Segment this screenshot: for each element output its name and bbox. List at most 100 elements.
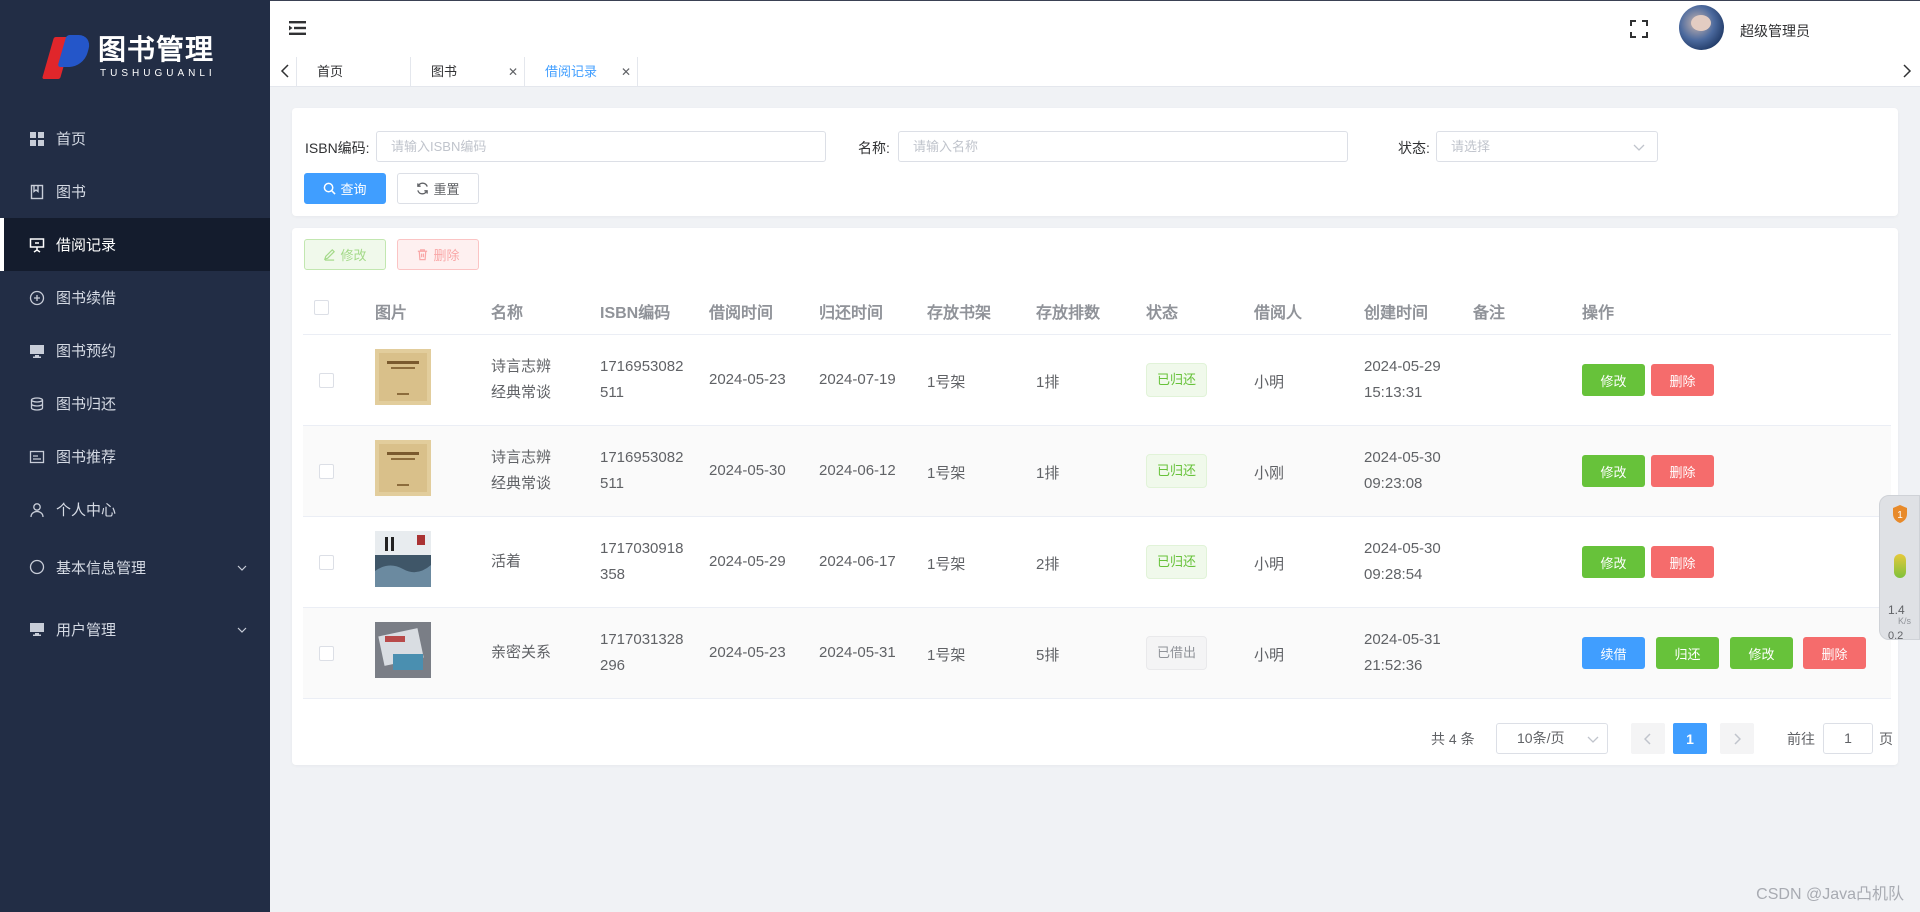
created-date: 2024-05-29 — [1364, 358, 1441, 375]
column-header: 创建时间 — [1364, 305, 1429, 322]
sidebar-item-borrow-records[interactable]: 借阅记录 — [0, 218, 270, 271]
renew-button[interactable]: 续借 — [1582, 637, 1645, 669]
page-size-select[interactable]: 10条/页 — [1496, 723, 1608, 754]
shelf: 1号架 — [927, 374, 966, 391]
tabs-scroll-right-icon[interactable] — [1902, 63, 1916, 81]
table-panel: 修改 删除 图片 名称 ISBN编码 借阅时间 归还时间 存放书架 存放排数 状… — [292, 228, 1898, 765]
edit-button[interactable]: 修改 — [1730, 637, 1793, 669]
avatar[interactable] — [1679, 5, 1724, 50]
tab-books[interactable]: 图书 ✕ — [410, 57, 525, 87]
row-checkbox[interactable] — [319, 373, 334, 388]
network-speed-widget[interactable]: 1 1.4 K/s 0.2 — [1879, 495, 1920, 642]
batch-edit-button[interactable]: 修改 — [304, 239, 386, 270]
watermark: CSDN @Java凸机队 — [1756, 886, 1904, 903]
return-date: 2024-06-12 — [819, 462, 896, 479]
status-badge: 已归还 — [1146, 363, 1208, 397]
edit-button[interactable]: 修改 — [1582, 364, 1645, 396]
sidebar-item-renew[interactable]: 图书续借 — [0, 271, 270, 324]
close-icon[interactable]: ✕ — [621, 57, 631, 87]
prev-page-button[interactable] — [1631, 723, 1665, 754]
column-header: 借阅人 — [1254, 305, 1303, 322]
batch-edit-label: 修改 — [340, 248, 367, 263]
select-all-checkbox[interactable] — [314, 300, 329, 315]
tab-borrow-records[interactable]: 借阅记录 ✕ — [524, 57, 638, 87]
reset-button[interactable]: 重置 — [397, 173, 479, 204]
stack-icon — [28, 395, 46, 413]
sidebar-item-books[interactable]: 图书 — [0, 165, 270, 218]
status-select-placeholder: 请选择 — [1451, 139, 1491, 154]
upload-unit: K/s — [1898, 616, 1912, 626]
return-button[interactable]: 归还 — [1656, 637, 1719, 669]
chevron-down-icon — [1633, 144, 1645, 151]
delete-button[interactable]: 删除 — [1651, 546, 1714, 578]
top-header: 超级管理员 — [270, 0, 1920, 57]
row-checkbox[interactable] — [319, 555, 334, 570]
book-cover-image[interactable] — [375, 531, 431, 587]
edit-button[interactable]: 修改 — [1582, 546, 1645, 578]
created-date: 2024-05-30 — [1364, 540, 1441, 557]
sidebar-item-home[interactable]: 首页 — [0, 112, 270, 165]
tab-home[interactable]: 首页 — [296, 57, 411, 87]
table-row[interactable]: 亲密关系 1717031328 296 2024-05-23 2024-05-31… — [303, 608, 1891, 699]
isbn-line: 1717031328 — [600, 631, 684, 648]
table-row[interactable]: 活着 1717030918 358 2024-05-29 2024-06-17 1… — [303, 517, 1891, 608]
username[interactable]: 超级管理员 — [1740, 21, 1810, 41]
sidebar-item-recommend[interactable]: 图书推荐 — [0, 430, 270, 483]
level-bar — [1894, 554, 1906, 578]
book-cover-image[interactable] — [375, 440, 431, 496]
borrow-records-table: 图片 名称 ISBN编码 借阅时间 归还时间 存放书架 存放排数 状态 借阅人 … — [303, 280, 1891, 699]
delete-button[interactable]: 删除 — [1651, 455, 1714, 487]
table-row[interactable]: 诗言志辨 经典常谈 1716953082 511 2024-05-30 2024-0… — [303, 426, 1891, 517]
sidebar-item-label: 首页 — [56, 131, 87, 148]
row-checkbox[interactable] — [319, 464, 334, 479]
fullscreen-icon[interactable] — [1629, 19, 1649, 39]
query-button[interactable]: 查询 — [304, 173, 386, 204]
created-time: 15:13:31 — [1364, 384, 1423, 401]
tab-label: 借阅记录 — [545, 64, 598, 79]
book-cover-image[interactable] — [375, 349, 431, 405]
book-name-line: 亲密关系 — [491, 644, 552, 661]
monitor-icon — [28, 620, 46, 638]
column-header: 归还时间 — [819, 305, 884, 322]
batch-delete-button[interactable]: 删除 — [397, 239, 479, 270]
status-select[interactable]: 请选择 — [1436, 131, 1658, 162]
tab-label: 图书 — [431, 64, 458, 79]
delete-button[interactable]: 删除 — [1803, 637, 1866, 669]
monitor-icon — [28, 342, 46, 360]
logo[interactable]: 图书管理 TUSHUGUANLI — [0, 0, 270, 112]
sidebar-item-label: 图书续借 — [56, 290, 117, 307]
name-search-input[interactable]: 请输入名称 — [898, 131, 1348, 162]
created-time: 21:52:36 — [1364, 657, 1423, 674]
next-page-button[interactable] — [1720, 723, 1754, 754]
sidebar-item-basic-info[interactable]: 基本信息管理 — [0, 536, 270, 598]
search-icon — [324, 182, 337, 195]
borrow-date: 2024-05-23 — [709, 644, 786, 661]
edit-button[interactable]: 修改 — [1582, 455, 1645, 487]
isbn-line: 358 — [600, 566, 626, 583]
row-checkbox[interactable] — [319, 646, 334, 661]
column-header: 借阅时间 — [709, 305, 774, 322]
sidebar-item-return[interactable]: 图书归还 — [0, 377, 270, 430]
sidebar-item-label: 图书归还 — [56, 396, 117, 413]
goto-page-input[interactable]: 1 — [1823, 723, 1873, 754]
isbn-search-input[interactable]: 请输入ISBN编码 — [376, 131, 826, 162]
isbn-label: ISBN编码: — [305, 140, 370, 156]
isbn-line: 1716953082 — [600, 358, 684, 375]
shelf: 1号架 — [927, 647, 966, 664]
sidebar-item-user-management[interactable]: 用户管理 — [0, 598, 270, 660]
menu-toggle-icon[interactable] — [288, 19, 308, 37]
status-badge: 已归还 — [1146, 454, 1208, 488]
book-cover-image[interactable] — [375, 622, 431, 678]
search-panel: ISBN编码: 请输入ISBN编码 名称: 请输入名称 状态: 请选择 查询 重… — [292, 108, 1898, 216]
sidebar-item-reserve[interactable]: 图书预约 — [0, 324, 270, 377]
svg-text:1: 1 — [1897, 510, 1903, 521]
page-number-button[interactable]: 1 — [1673, 723, 1707, 754]
close-icon[interactable]: ✕ — [508, 57, 518, 87]
borrower: 小刚 — [1254, 465, 1285, 482]
delete-button[interactable]: 删除 — [1651, 364, 1714, 396]
sidebar-item-label: 图书预约 — [56, 343, 117, 360]
return-date: 2024-07-19 — [819, 371, 896, 388]
table-row[interactable]: 诗言志辨 经典常谈 1716953082 511 2024-05-23 2024-0… — [303, 335, 1891, 426]
tabs-scroll-left-icon[interactable] — [280, 63, 294, 81]
sidebar-item-profile[interactable]: 个人中心 — [0, 483, 270, 536]
